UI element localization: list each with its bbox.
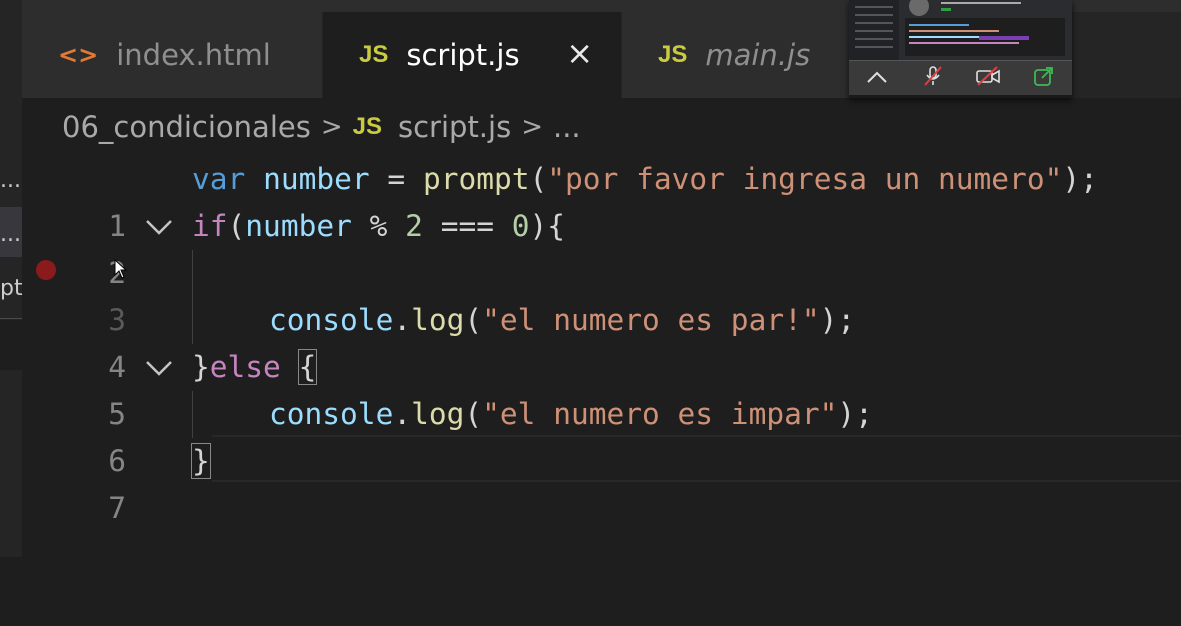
token-keyword: if <box>192 209 228 243</box>
sidebar-item[interactable]: pt <box>0 276 22 301</box>
token-punct: ); <box>837 397 873 431</box>
breadcrumb-more[interactable]: ... <box>553 110 581 144</box>
code-line[interactable]: 4 console.log("el numero es par!"); <box>22 297 1181 384</box>
token-variable: number <box>263 162 370 196</box>
token-keyword: var <box>192 162 246 196</box>
sidebar-item[interactable]: ... <box>0 222 22 247</box>
code-editor[interactable]: 1 var number = prompt("por favor ingresa… <box>22 156 1181 557</box>
mouse-cursor-icon <box>114 259 128 279</box>
token-punct: ( <box>464 303 483 337</box>
breadcrumb: 06_condicionales > JS script.js > ... <box>22 98 1181 156</box>
code-line[interactable]: 7 } <box>22 438 1181 525</box>
sidebar-item[interactable]: ... <box>0 168 22 193</box>
token-string: "el numero es par!" <box>482 303 820 337</box>
breadcrumb-file[interactable]: script.js <box>398 110 511 144</box>
fold-chevron-icon[interactable] <box>144 203 180 250</box>
token-punct: . <box>393 397 412 431</box>
close-icon[interactable]: × <box>566 34 593 72</box>
explorer-sidebar: ... ... pt <box>0 0 22 557</box>
code-line[interactable]: 5 }else { <box>22 344 1181 431</box>
breadcrumb-folder[interactable]: 06_condicionales <box>62 110 311 144</box>
token-string: "el numero es impar" <box>482 397 838 431</box>
code-line[interactable]: 3 <box>22 250 1181 337</box>
sidebar-panel <box>0 320 22 370</box>
token-object: console <box>269 397 394 431</box>
token-number: 2 <box>405 209 423 243</box>
token-string: "por favor ingresa un numero" <box>547 162 1063 196</box>
token-function: prompt <box>422 162 530 196</box>
token-punct: { <box>297 349 318 385</box>
token-punct: ( <box>529 162 548 196</box>
share-screen-icon[interactable] <box>1029 65 1059 92</box>
camera-off-icon[interactable] <box>973 65 1003 91</box>
token-function: log <box>411 397 465 431</box>
sidebar-divider <box>0 318 22 319</box>
chevron-up-icon[interactable] <box>862 68 892 89</box>
call-controls <box>849 60 1072 95</box>
token-operator: = <box>369 162 423 196</box>
token-punct: ); <box>819 303 856 337</box>
token-punct: ( <box>227 209 246 243</box>
mic-off-icon[interactable] <box>918 65 948 92</box>
chevron-right-icon: > <box>521 112 543 142</box>
js-file-icon: JS <box>359 41 389 68</box>
preview-content <box>855 0 1065 56</box>
token-punct: ); <box>1062 162 1098 196</box>
tab-label: main.js <box>705 38 811 72</box>
screen-share-preview <box>849 0 1072 60</box>
token-variable: number <box>245 209 352 243</box>
code-line[interactable]: 1 var number = prompt("por favor ingresa… <box>22 156 1181 243</box>
token-keyword: else <box>209 350 281 384</box>
fold-chevron-icon[interactable] <box>144 344 180 391</box>
tab-label: script.js <box>406 38 520 72</box>
token-object: console <box>269 303 394 337</box>
chevron-right-icon: > <box>320 112 343 142</box>
html-file-icon: <> <box>58 41 99 69</box>
token-operator: % <box>351 209 406 243</box>
token-function: log <box>411 303 465 337</box>
code-line[interactable]: 2 if(number % 2 === 0){ <box>22 203 1181 290</box>
video-call-overlay[interactable] <box>849 0 1072 98</box>
tab-index-html[interactable]: <> index.html <box>22 12 322 98</box>
tab-label: index.html <box>116 38 271 72</box>
token-number: 0 <box>511 209 530 243</box>
tab-script-js[interactable]: JS script.js × <box>323 12 621 98</box>
js-file-icon: JS <box>658 41 688 68</box>
js-file-icon: JS <box>352 113 382 140</box>
token-punct: } <box>191 443 211 479</box>
token-punct: . <box>393 303 412 337</box>
line-number: 7 <box>108 491 126 525</box>
code-line[interactable]: 6 console.log("el numero es impar"); <box>22 391 1181 478</box>
token-punct: } <box>192 350 210 384</box>
token-punct: ( <box>464 397 483 431</box>
token-operator: === <box>422 209 512 243</box>
token-punct: ){ <box>529 209 566 243</box>
